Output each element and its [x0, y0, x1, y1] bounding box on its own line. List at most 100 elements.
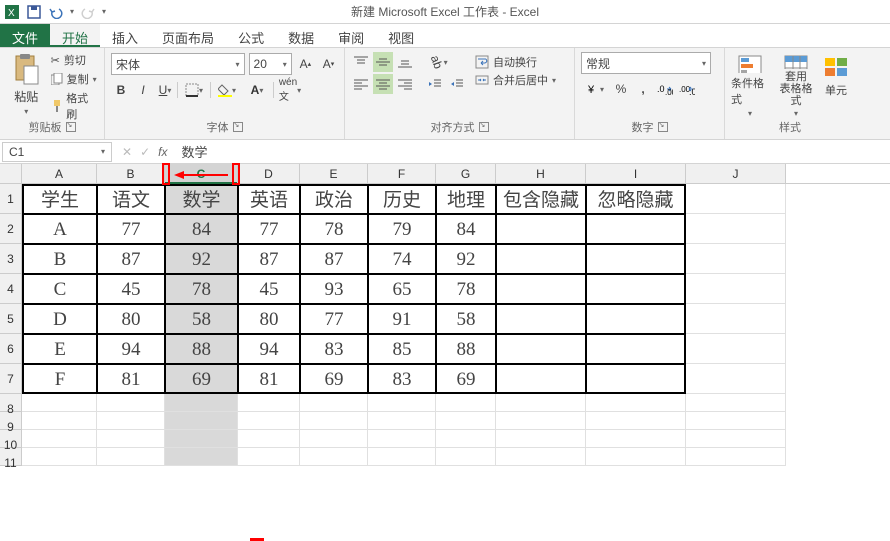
- grow-font-button[interactable]: A▴: [296, 54, 315, 74]
- cell[interactable]: [496, 244, 586, 274]
- cell[interactable]: [238, 430, 300, 448]
- row-header[interactable]: 10: [0, 430, 22, 448]
- redo-icon[interactable]: [80, 4, 96, 20]
- undo-dropdown-icon[interactable]: ▾: [70, 7, 74, 16]
- cell[interactable]: 78: [300, 214, 368, 244]
- cell[interactable]: 80: [97, 304, 165, 334]
- cell[interactable]: 92: [436, 244, 496, 274]
- cell[interactable]: D: [22, 304, 97, 334]
- decrease-decimal-button[interactable]: .00.0: [677, 79, 697, 99]
- tab-formulas[interactable]: 公式: [226, 24, 276, 47]
- undo-icon[interactable]: [48, 4, 64, 20]
- tab-file[interactable]: 文件: [0, 24, 50, 47]
- wrap-text-button[interactable]: 自动换行: [475, 54, 556, 70]
- cell-styles-button[interactable]: 单元: [823, 52, 849, 118]
- cell[interactable]: [586, 448, 686, 466]
- align-right-button[interactable]: [395, 74, 415, 94]
- cell[interactable]: 78: [165, 274, 238, 304]
- cell[interactable]: [586, 274, 686, 304]
- cell[interactable]: [586, 244, 686, 274]
- cell[interactable]: [368, 430, 436, 448]
- cell[interactable]: [496, 334, 586, 364]
- cut-button[interactable]: ✂剪切: [51, 52, 98, 68]
- column-header[interactable]: B: [97, 164, 165, 183]
- cell[interactable]: 83: [300, 334, 368, 364]
- column-header[interactable]: I: [586, 164, 686, 183]
- cell[interactable]: 94: [238, 334, 300, 364]
- merge-center-button[interactable]: 合并后居中▾: [475, 72, 556, 88]
- orientation-button[interactable]: ab▾: [425, 52, 453, 72]
- cell[interactable]: 地理: [436, 184, 496, 214]
- cell[interactable]: [586, 304, 686, 334]
- border-button[interactable]: ▾: [180, 80, 208, 100]
- conditional-format-button[interactable]: 条件格式▾: [731, 52, 769, 118]
- align-bottom-button[interactable]: [395, 52, 415, 72]
- row-header[interactable]: 8: [0, 394, 22, 412]
- cell[interactable]: [300, 394, 368, 412]
- tab-review[interactable]: 审阅: [326, 24, 376, 47]
- cell[interactable]: [22, 430, 97, 448]
- row-header[interactable]: 7: [0, 364, 22, 394]
- cell[interactable]: 历史: [368, 184, 436, 214]
- cell[interactable]: [496, 394, 586, 412]
- cancel-icon[interactable]: ✕: [122, 145, 132, 159]
- fill-color-button[interactable]: ▾: [213, 80, 241, 100]
- cell[interactable]: [97, 412, 165, 430]
- increase-decimal-button[interactable]: .0.00: [655, 79, 675, 99]
- row-header[interactable]: 6: [0, 334, 22, 364]
- cell[interactable]: [300, 430, 368, 448]
- cell[interactable]: [97, 448, 165, 466]
- cell[interactable]: [586, 364, 686, 394]
- format-as-table-button[interactable]: 套用 表格格式▾: [777, 52, 815, 118]
- cell[interactable]: [436, 448, 496, 466]
- cell[interactable]: [22, 448, 97, 466]
- cell[interactable]: 77: [97, 214, 165, 244]
- enter-icon[interactable]: ✓: [140, 145, 150, 159]
- cell[interactable]: [586, 394, 686, 412]
- cell[interactable]: 83: [368, 364, 436, 394]
- cell[interactable]: [686, 304, 786, 334]
- cell[interactable]: [686, 274, 786, 304]
- cell[interactable]: 77: [300, 304, 368, 334]
- alignment-launcher[interactable]: [479, 122, 489, 132]
- cell[interactable]: 84: [436, 214, 496, 244]
- row-header[interactable]: 9: [0, 412, 22, 430]
- column-header[interactable]: D: [238, 164, 300, 183]
- cell[interactable]: [686, 430, 786, 448]
- row-header[interactable]: 11: [0, 448, 22, 466]
- cell[interactable]: [586, 334, 686, 364]
- font-name-combo[interactable]: 宋体▾: [111, 53, 245, 75]
- name-box[interactable]: C1▾: [2, 142, 112, 162]
- tab-layout[interactable]: 页面布局: [150, 24, 226, 47]
- cell[interactable]: F: [22, 364, 97, 394]
- cell[interactable]: [368, 448, 436, 466]
- align-left-button[interactable]: [351, 74, 371, 94]
- cell[interactable]: [165, 412, 238, 430]
- cell[interactable]: [686, 412, 786, 430]
- cell[interactable]: [496, 448, 586, 466]
- cell[interactable]: [436, 394, 496, 412]
- cell[interactable]: 58: [165, 304, 238, 334]
- cell[interactable]: 80: [238, 304, 300, 334]
- row-header[interactable]: 5: [0, 304, 22, 334]
- formula-input[interactable]: 数学: [175, 142, 890, 161]
- cell[interactable]: [496, 274, 586, 304]
- cell[interactable]: 58: [436, 304, 496, 334]
- cell[interactable]: 忽略隐藏: [586, 184, 686, 214]
- cell[interactable]: A: [22, 214, 97, 244]
- cell[interactable]: [686, 214, 786, 244]
- qat-customize-icon[interactable]: ▾: [102, 7, 106, 16]
- cell[interactable]: 92: [165, 244, 238, 274]
- cell[interactable]: 79: [368, 214, 436, 244]
- align-top-button[interactable]: [351, 52, 371, 72]
- font-color-button[interactable]: A▾: [243, 80, 271, 100]
- cell[interactable]: 69: [165, 364, 238, 394]
- tab-insert[interactable]: 插入: [100, 24, 150, 47]
- cell[interactable]: 84: [165, 214, 238, 244]
- align-middle-button[interactable]: [373, 52, 393, 72]
- cell[interactable]: 数学: [165, 184, 238, 214]
- cell[interactable]: [496, 304, 586, 334]
- bold-button[interactable]: B: [111, 80, 131, 100]
- cell[interactable]: 87: [97, 244, 165, 274]
- row-header[interactable]: 1: [0, 184, 22, 214]
